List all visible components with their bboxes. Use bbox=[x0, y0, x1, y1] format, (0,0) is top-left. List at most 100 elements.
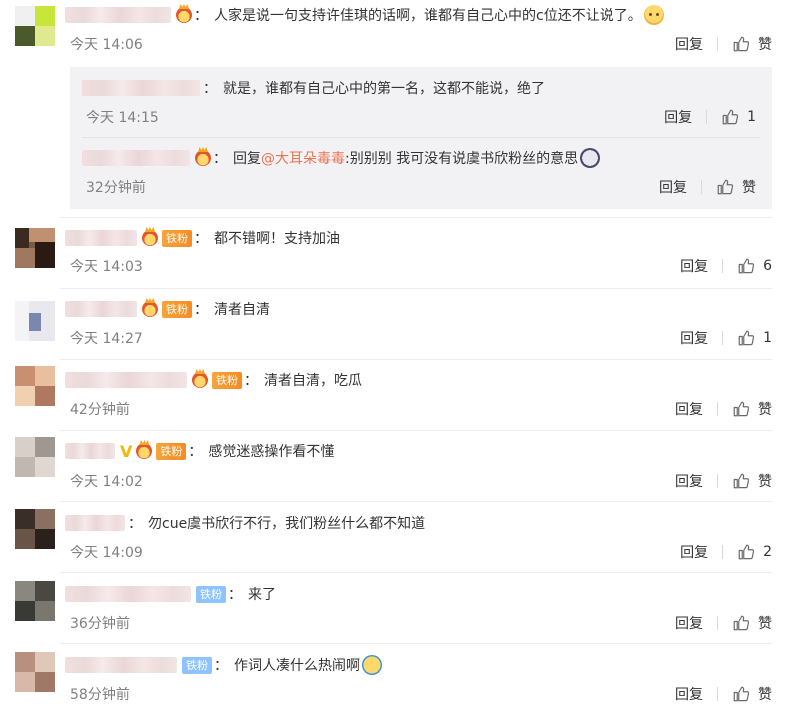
avatar[interactable] bbox=[15, 228, 55, 268]
avatar[interactable] bbox=[15, 6, 55, 46]
reply-time: 今天 14:15 bbox=[86, 110, 159, 126]
username[interactable] bbox=[65, 515, 125, 531]
comment-text: 清者自清，吃瓜 bbox=[264, 373, 362, 389]
reply-button[interactable]: 回复 bbox=[680, 256, 708, 276]
reply-button[interactable]: 回复 bbox=[680, 328, 708, 348]
reply-button[interactable]: 回复 bbox=[680, 542, 708, 562]
reply-item: ： 回复 @大耳朵毒毒 :别别别 我可没有说虞书欣粉丝的意思 32分钟前 回复 … bbox=[70, 137, 772, 209]
crown-icon bbox=[142, 301, 158, 317]
crown-icon bbox=[142, 230, 158, 246]
username[interactable] bbox=[65, 372, 187, 388]
like-count: 赞 bbox=[758, 616, 772, 632]
reply-button[interactable]: 回复 bbox=[675, 471, 703, 491]
comment-time: 今天 14:03 bbox=[70, 259, 143, 275]
like-count: 1 bbox=[747, 109, 756, 125]
thumbs-up-icon bbox=[716, 178, 734, 196]
comment-time: 今天 14:27 bbox=[70, 331, 143, 347]
avatar[interactable] bbox=[15, 581, 55, 621]
comment-time: 42分钟前 bbox=[70, 402, 130, 418]
comment-item: 铁粉 ： 作词人凑什么热闹啊 58分钟前 回复 赞 bbox=[0, 644, 788, 719]
blush-emoji-icon bbox=[643, 5, 664, 25]
thumbs-up-icon bbox=[732, 400, 750, 418]
like-count: 6 bbox=[763, 258, 772, 274]
reply-item: ： 就是，谁都有自己心中的第一名，这都不能说，绝了 今天 14:15 回复 1 bbox=[70, 67, 772, 137]
comment-text: 勿cue虞书欣行不行，我们粉丝什么都不知道 bbox=[148, 516, 426, 532]
thumbs-up-icon bbox=[737, 329, 755, 347]
comment-item: ： 人家是说一句支持许佳琪的话啊，谁都有自己心中的c位还不让说了。 今天 14:… bbox=[0, 0, 788, 218]
comment-time: 58分钟前 bbox=[70, 687, 130, 703]
reply-button[interactable]: 回复 bbox=[675, 684, 703, 704]
like-button[interactable]: 赞 bbox=[732, 613, 772, 633]
reply-button[interactable]: 回复 bbox=[659, 177, 687, 197]
thumbs-up-icon bbox=[737, 257, 755, 275]
comment-item: 铁粉 ： 清者自清 今天 14:27 回复 1 bbox=[0, 289, 788, 360]
reply-thread: ： 就是，谁都有自己心中的第一名，这都不能说，绝了 今天 14:15 回复 1 bbox=[70, 67, 772, 209]
avatar[interactable] bbox=[15, 301, 55, 341]
like-button[interactable]: 赞 bbox=[732, 399, 772, 419]
username[interactable] bbox=[82, 80, 200, 96]
comment-item: 铁粉 ： 清者自清，吃瓜 42分钟前 回复 赞 bbox=[0, 360, 788, 431]
verified-v-icon: V bbox=[120, 441, 133, 461]
like-button[interactable]: 1 bbox=[737, 329, 772, 347]
reply-text: :别别别 我可没有说虞书欣粉丝的意思 bbox=[345, 151, 579, 167]
comment-header: ： 人家是说一句支持许佳琪的话啊，谁都有自己心中的c位还不让说了。 bbox=[65, 4, 664, 26]
thumbs-up-icon bbox=[732, 614, 750, 632]
fan-badge: 铁粉 bbox=[182, 656, 212, 674]
like-count: 2 bbox=[763, 544, 772, 560]
comment-time: 今天 14:02 bbox=[70, 474, 143, 490]
like-button[interactable]: 赞 bbox=[716, 177, 756, 197]
comment-time: 36分钟前 bbox=[70, 616, 130, 632]
mention-link[interactable]: @大耳朵毒毒 bbox=[261, 148, 345, 168]
like-button[interactable]: 赞 bbox=[732, 471, 772, 491]
reply-button[interactable]: 回复 bbox=[675, 34, 703, 54]
comment-time: 今天 14:06 bbox=[70, 37, 143, 53]
username[interactable] bbox=[65, 230, 137, 246]
username[interactable] bbox=[65, 586, 191, 602]
username[interactable] bbox=[82, 150, 190, 166]
reply-button[interactable]: 回复 bbox=[675, 613, 703, 633]
comment-actions: 回复 赞 bbox=[675, 34, 772, 54]
username[interactable] bbox=[65, 7, 171, 23]
comment-text: 来了 bbox=[248, 587, 276, 603]
like-count: 1 bbox=[763, 330, 772, 346]
like-count: 赞 bbox=[742, 180, 756, 196]
dizzy-emoji-icon bbox=[580, 148, 601, 168]
reply-actions: 回复 赞 bbox=[659, 177, 756, 197]
like-count: 赞 bbox=[758, 687, 772, 703]
username[interactable] bbox=[65, 301, 137, 317]
like-button[interactable]: 2 bbox=[737, 543, 772, 561]
like-button[interactable]: 1 bbox=[721, 108, 756, 126]
thumbs-up-icon bbox=[732, 35, 750, 53]
reply-actions: 回复 1 bbox=[664, 107, 756, 127]
reply-button[interactable]: 回复 bbox=[675, 399, 703, 419]
fan-badge: 铁粉 bbox=[162, 300, 192, 318]
username[interactable] bbox=[65, 657, 177, 673]
comment-text: 清者自清 bbox=[214, 302, 270, 318]
username[interactable] bbox=[65, 443, 115, 459]
comment-time: 今天 14:09 bbox=[70, 545, 143, 561]
like-button[interactable]: 赞 bbox=[732, 684, 772, 704]
thumbs-up-icon bbox=[721, 108, 739, 126]
like-count: 赞 bbox=[758, 474, 772, 490]
comment-item: ： 勿cue虞书欣行不行，我们粉丝什么都不知道 今天 14:09 回复 2 bbox=[0, 502, 788, 573]
fan-badge: 铁粉 bbox=[156, 442, 187, 460]
avatar[interactable] bbox=[15, 437, 55, 477]
laughing-tears-emoji-icon bbox=[362, 655, 382, 675]
fan-badge: 铁粉 bbox=[212, 371, 242, 389]
reply-prefix: 回复 bbox=[233, 151, 261, 167]
like-button[interactable]: 6 bbox=[737, 257, 772, 275]
like-button[interactable]: 赞 bbox=[732, 34, 772, 54]
avatar[interactable] bbox=[15, 366, 55, 406]
comment-text: 人家是说一句支持许佳琪的话啊，谁都有自己心中的c位还不让说了。 bbox=[214, 8, 642, 24]
crown-icon bbox=[195, 150, 211, 166]
avatar[interactable] bbox=[15, 652, 55, 692]
thumbs-up-icon bbox=[732, 685, 750, 703]
reply-button[interactable]: 回复 bbox=[664, 107, 692, 127]
comment-text: 感觉迷惑操作看不懂 bbox=[208, 444, 335, 460]
comment-meta: 今天 14:06 回复 赞 bbox=[70, 34, 772, 54]
crown-icon bbox=[176, 7, 192, 23]
crown-icon bbox=[136, 443, 153, 459]
avatar[interactable] bbox=[15, 509, 55, 549]
fan-badge: 铁粉 bbox=[196, 585, 226, 603]
comment-text: 作词人凑什么热闹啊 bbox=[234, 658, 360, 674]
